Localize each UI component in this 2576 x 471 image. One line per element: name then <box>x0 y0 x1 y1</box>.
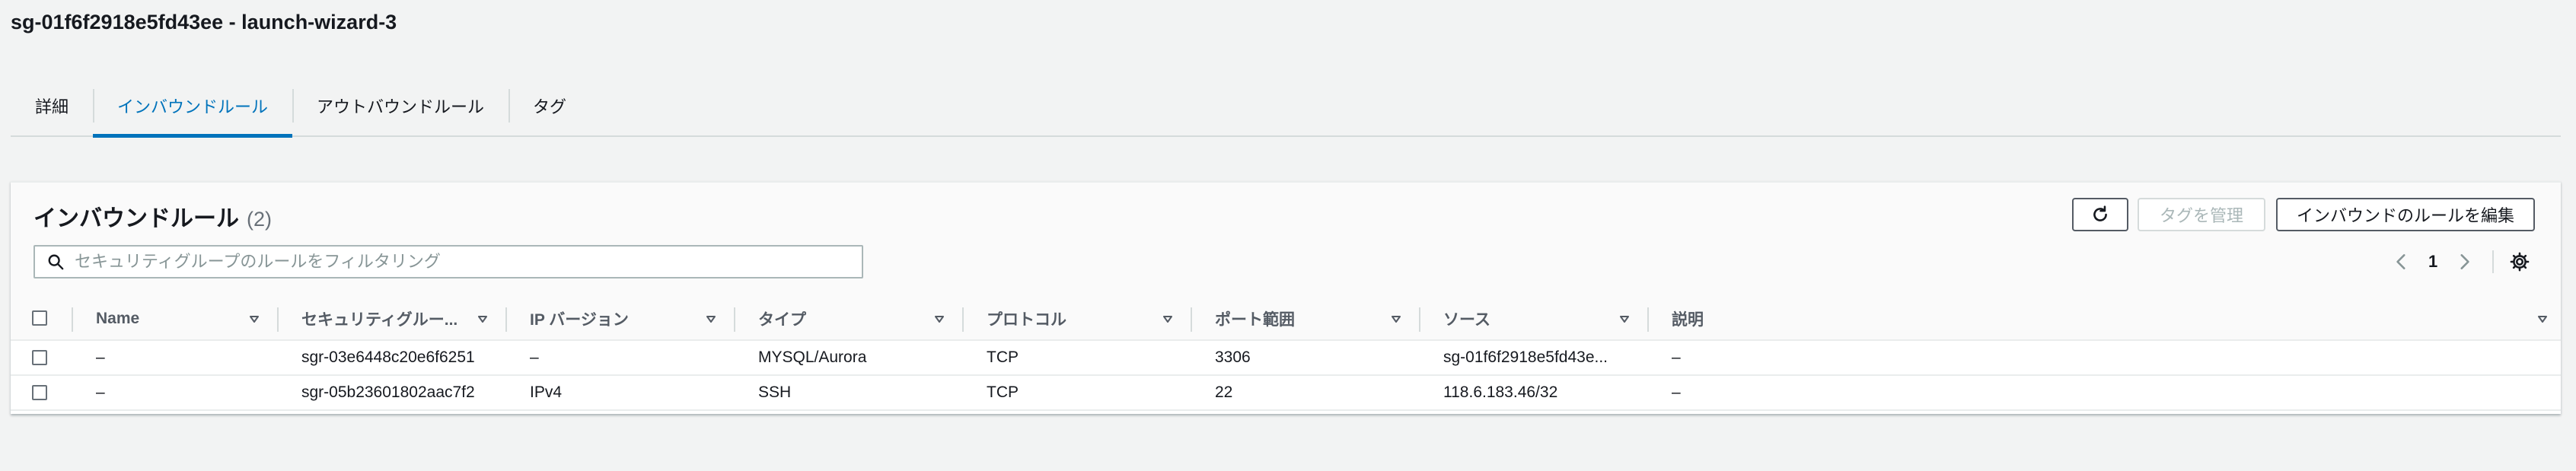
tab-bar: 詳細 インバウンドルール アウトバウンドルール タグ <box>11 75 2561 138</box>
refresh-icon <box>2093 205 2107 221</box>
edit-inbound-rules-button[interactable]: インバウンドのルールを編集 <box>2276 198 2535 231</box>
column-divider <box>277 307 279 332</box>
pagination: 1 <box>2392 245 2530 278</box>
column-header-source[interactable]: ソース <box>1443 298 1618 339</box>
column-header-protocol[interactable]: プロトコル <box>987 298 1162 339</box>
tab-details[interactable]: 詳細 <box>11 75 93 136</box>
sort-caret-icon[interactable] <box>933 313 945 326</box>
filter-input[interactable] <box>75 247 862 276</box>
column-divider <box>1191 307 1192 332</box>
cell-type: SSH <box>758 383 792 401</box>
panel-header: インバウンドルール (2) タグを管理 インバウンドのルールを編集 1 <box>11 183 2561 298</box>
cell-security-group-rule-id[interactable]: sgr-03e6448c20e6f6251 <box>301 341 499 374</box>
column-header-description[interactable]: 説明 <box>1672 298 2128 339</box>
column-header-name[interactable]: Name <box>96 298 233 339</box>
column-divider <box>734 307 735 332</box>
pager-divider <box>2492 250 2495 273</box>
row-checkbox[interactable] <box>32 385 47 400</box>
cell-ip-version: IPv4 <box>530 383 563 401</box>
sort-caret-icon[interactable] <box>705 313 717 326</box>
current-page[interactable]: 1 <box>2428 252 2437 272</box>
column-divider <box>962 307 964 332</box>
column-header-port-range[interactable]: ポート範囲 <box>1215 298 1390 339</box>
inbound-rules-panel: インバウンドルール (2) タグを管理 インバウンドのルールを編集 1 <box>11 181 2561 414</box>
table-row[interactable]: – sgr-03e6448c20e6f6251 – MYSQL/Aurora T… <box>11 341 2561 376</box>
cell-description: – <box>1672 383 1681 401</box>
manage-tags-button[interactable]: タグを管理 <box>2138 198 2265 231</box>
cell-name: – <box>96 383 105 401</box>
table-row[interactable]: – sgr-05b23601802aac7f2 IPv4 SSH TCP 22 … <box>11 376 2561 411</box>
tab-inbound-rules[interactable]: インバウンドルール <box>93 75 293 138</box>
tab-tags[interactable]: タグ <box>509 75 591 136</box>
sort-caret-icon[interactable] <box>477 313 489 326</box>
search-icon <box>48 254 64 270</box>
page-title: sg-01f6f2918e5fd43ee - launch-wizard-3 <box>11 11 397 33</box>
cell-description: – <box>1672 348 1681 366</box>
sort-caret-icon[interactable] <box>2536 313 2549 326</box>
column-divider <box>505 307 507 332</box>
sort-caret-icon[interactable] <box>248 313 260 326</box>
cell-protocol: TCP <box>987 383 1019 401</box>
refresh-button[interactable] <box>2072 198 2128 231</box>
cell-source[interactable]: sg-01f6f2918e5fd43e... <box>1443 341 1641 374</box>
column-divider <box>1647 307 1649 332</box>
cell-port-range: 22 <box>1215 383 1233 401</box>
column-header-type[interactable]: タイプ <box>758 298 933 339</box>
cell-security-group-rule-id[interactable]: sgr-05b23601802aac7f2 <box>301 376 499 409</box>
panel-title: インバウンドルール (2) <box>33 199 272 233</box>
cell-type: MYSQL/Aurora <box>758 348 867 366</box>
cell-protocol: TCP <box>987 348 1019 366</box>
sort-caret-icon[interactable] <box>1162 313 1174 326</box>
table-header: Name セキュリティグルー... IP バージョン タイプ プロトコル ポート… <box>11 298 2561 341</box>
panel-title-text: インバウンドルール <box>33 206 239 231</box>
cell-ip-version: – <box>530 348 539 366</box>
column-divider <box>1419 307 1420 332</box>
sort-caret-icon[interactable] <box>1618 313 1631 326</box>
rule-count: (2) <box>247 208 272 231</box>
select-all-checkbox[interactable] <box>32 310 47 326</box>
filter-search-box[interactable] <box>33 245 863 278</box>
sort-caret-icon[interactable] <box>1390 313 1402 326</box>
column-header-security-group-rule[interactable]: セキュリティグルー... <box>301 298 477 339</box>
column-divider <box>72 307 73 332</box>
tab-outbound-rules[interactable]: アウトバウンドルール <box>292 75 509 136</box>
cell-name: – <box>96 348 105 366</box>
cell-source: 118.6.183.46/32 <box>1443 383 1558 401</box>
chevron-right-icon[interactable] <box>2454 252 2474 272</box>
row-checkbox[interactable] <box>32 350 47 365</box>
column-header-ip-version[interactable]: IP バージョン <box>530 298 705 339</box>
cell-port-range: 3306 <box>1215 348 1251 366</box>
gear-icon[interactable] <box>2509 251 2530 272</box>
chevron-left-icon[interactable] <box>2392 252 2412 272</box>
